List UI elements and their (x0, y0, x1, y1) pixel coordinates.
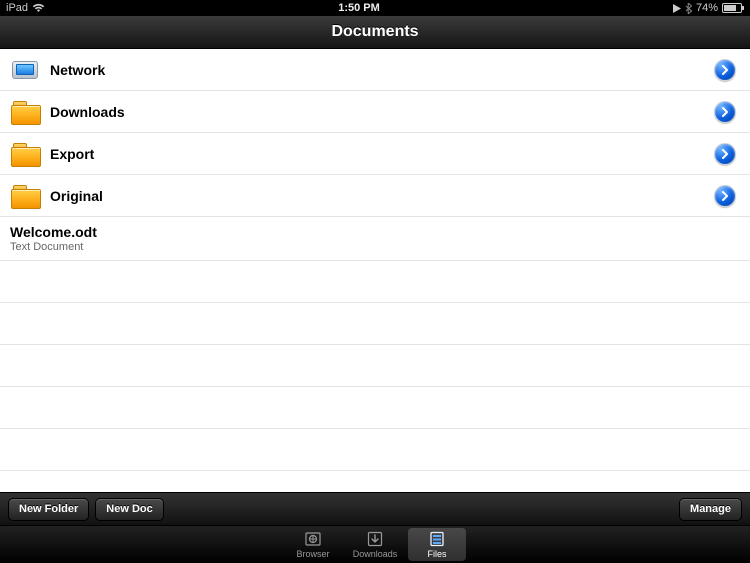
list-item-label: Network (50, 62, 714, 78)
disclosure-icon[interactable] (714, 101, 736, 123)
tab-label: Files (427, 549, 446, 559)
status-bar: iPad 1:50 PM 74% (0, 0, 750, 16)
file-name: Welcome.odt (10, 224, 740, 240)
empty-row (0, 261, 750, 303)
empty-row (0, 387, 750, 429)
file-list: Network Downloads Export Original Welcom… (0, 49, 750, 492)
tab-files[interactable]: Files (408, 528, 466, 561)
list-item-file[interactable]: Welcome.odt Text Document (0, 217, 750, 261)
new-doc-button[interactable]: New Doc (95, 498, 163, 521)
tab-label: Browser (296, 549, 329, 559)
manage-button[interactable]: Manage (679, 498, 742, 521)
navbar: Documents (0, 16, 750, 49)
battery-percent: 74% (696, 2, 718, 14)
bluetooth-icon (685, 3, 692, 14)
bottom-toolbar: New Folder New Doc Manage (0, 492, 750, 525)
folder-icon (10, 141, 40, 167)
empty-row (0, 429, 750, 471)
network-drive-icon (10, 57, 40, 83)
disclosure-icon[interactable] (714, 185, 736, 207)
list-item-export[interactable]: Export (0, 133, 750, 175)
folder-icon (10, 183, 40, 209)
globe-icon (304, 530, 322, 548)
empty-row (0, 345, 750, 387)
list-item-network[interactable]: Network (0, 49, 750, 91)
list-item-original[interactable]: Original (0, 175, 750, 217)
wifi-icon (32, 3, 45, 13)
empty-row (0, 471, 750, 492)
empty-row (0, 303, 750, 345)
carrier-label: iPad (6, 2, 28, 14)
battery-icon (722, 3, 744, 13)
files-icon (428, 530, 446, 548)
tab-downloads[interactable]: Downloads (346, 528, 404, 561)
tab-label: Downloads (353, 549, 398, 559)
tab-browser[interactable]: Browser (284, 528, 342, 561)
list-item-label: Original (50, 188, 714, 204)
file-subtitle: Text Document (10, 241, 740, 253)
page-title: Documents (331, 23, 418, 41)
folder-icon (10, 99, 40, 125)
disclosure-icon[interactable] (714, 143, 736, 165)
tab-bar: Browser Downloads Files (0, 525, 750, 563)
download-icon (366, 530, 384, 548)
play-icon (673, 4, 681, 13)
list-item-downloads[interactable]: Downloads (0, 91, 750, 133)
new-folder-button[interactable]: New Folder (8, 498, 89, 521)
list-item-label: Export (50, 146, 714, 162)
disclosure-icon[interactable] (714, 59, 736, 81)
list-item-label: Downloads (50, 104, 714, 120)
clock-label: 1:50 PM (45, 2, 673, 14)
